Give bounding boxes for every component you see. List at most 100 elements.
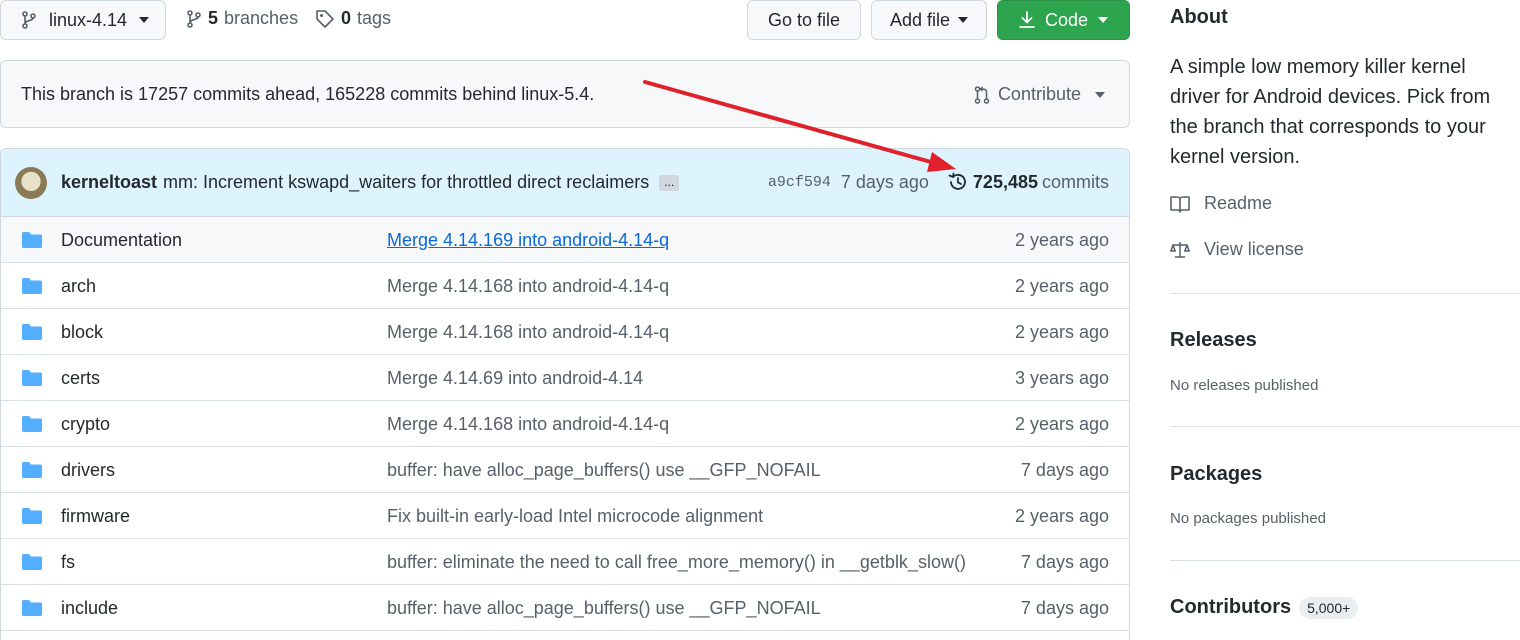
file-commit-message[interactable]: buffer: eliminate the need to call free_… bbox=[387, 552, 966, 573]
tags-label: tags bbox=[357, 8, 392, 28]
download-icon bbox=[1019, 11, 1035, 28]
file-row[interactable]: crypto Merge 4.14.168 into android-4.14-q… bbox=[1, 401, 1129, 447]
file-row[interactable]: include buffer: have alloc_page_buffers()… bbox=[1, 585, 1129, 631]
folder-icon bbox=[22, 324, 42, 340]
branches-label: branches bbox=[224, 8, 299, 28]
folder-icon bbox=[22, 462, 42, 478]
contribute-dropdown[interactable]: Contribute bbox=[974, 84, 1105, 105]
file-name[interactable]: drivers bbox=[61, 460, 115, 481]
file-commit-message[interactable]: Merge 4.14.168 into android-4.14-q bbox=[387, 414, 669, 435]
commit-sha[interactable]: a9cf594 bbox=[768, 174, 831, 191]
file-age: 7 days ago bbox=[1020, 460, 1109, 480]
file-row[interactable]: block Merge 4.14.168 into android-4.14-q 2… bbox=[1, 309, 1129, 355]
file-commit-message[interactable]: Merge 4.14.168 into android-4.14-q bbox=[387, 276, 669, 297]
file-row[interactable]: certs Merge 4.14.69 into android-4.14 3 ye… bbox=[1, 355, 1129, 401]
add-file-label: Add file bbox=[889, 9, 951, 30]
file-row[interactable]: arch Merge 4.14.168 into android-4.14-q 2 … bbox=[1, 263, 1129, 309]
branch-selector[interactable]: linux-4.14 bbox=[0, 0, 166, 40]
file-name[interactable]: certs bbox=[61, 368, 100, 389]
divider bbox=[1170, 293, 1520, 294]
license-label: View license bbox=[1204, 239, 1304, 259]
file-age: 2 years ago bbox=[1014, 322, 1109, 342]
commits-history-link[interactable]: 725,485 commits bbox=[947, 171, 1109, 193]
branches-link[interactable]: 5 branches bbox=[186, 8, 298, 29]
chevron-down-icon bbox=[958, 17, 969, 23]
tag-icon bbox=[316, 9, 334, 28]
latest-commit-row: kerneltoast mm: Increment kswapd_waiters… bbox=[1, 149, 1129, 217]
file-name[interactable]: arch bbox=[61, 276, 96, 297]
code-button[interactable]: Code bbox=[997, 0, 1130, 40]
file-age: 7 days ago bbox=[1020, 552, 1109, 572]
folder-icon bbox=[22, 416, 42, 432]
avatar[interactable] bbox=[15, 166, 47, 199]
file-row[interactable]: Documentation Merge 4.14.169 into android… bbox=[1, 217, 1129, 263]
file-commit-message[interactable]: Merge 4.14.168 into android-4.14-q bbox=[387, 322, 669, 343]
folder-icon bbox=[22, 508, 42, 524]
file-commit-message[interactable]: Fix built-in early-load Intel microcode … bbox=[387, 506, 763, 527]
file-commit-message[interactable]: Merge 4.14.169 into android-4.14-q bbox=[387, 230, 669, 251]
file-name[interactable]: crypto bbox=[61, 414, 110, 435]
license-link[interactable]: View license bbox=[1170, 239, 1304, 260]
git-branch-icon bbox=[22, 11, 36, 29]
contribute-label: Contribute bbox=[997, 84, 1081, 104]
expand-commit-button[interactable]: ... bbox=[659, 174, 680, 191]
about-description: A simple low memory killer kernel driver… bbox=[1170, 56, 1491, 168]
folder-icon bbox=[22, 554, 42, 570]
releases-title[interactable]: Releases bbox=[1170, 329, 1257, 352]
file-name[interactable]: Documentation bbox=[61, 230, 182, 251]
pull-request-icon bbox=[974, 85, 990, 104]
file-commit-message[interactable]: Merge 4.14.69 into android-4.14 bbox=[387, 368, 643, 389]
chevron-down-icon bbox=[1095, 91, 1105, 98]
packages-title[interactable]: Packages bbox=[1170, 463, 1262, 486]
commit-age: 7 days ago bbox=[840, 171, 929, 192]
git-branch-icon bbox=[187, 9, 201, 28]
contributors-count-badge: 5,000+ bbox=[1299, 596, 1359, 619]
law-scale-icon bbox=[1170, 241, 1190, 258]
about-title: About bbox=[1170, 6, 1228, 28]
add-file-button[interactable]: Add file bbox=[871, 0, 987, 40]
branches-count: 5 bbox=[208, 8, 219, 28]
code-label: Code bbox=[1044, 9, 1089, 30]
folder-icon bbox=[22, 600, 42, 616]
go-to-file-label: Go to file bbox=[767, 9, 841, 30]
file-row[interactable]: fs buffer: eliminate the need to call fre… bbox=[1, 539, 1129, 585]
file-name[interactable]: firmware bbox=[61, 506, 130, 527]
readme-link[interactable]: Readme bbox=[1170, 193, 1272, 214]
folder-icon bbox=[22, 278, 42, 294]
contributors-title: Contributors bbox=[1170, 596, 1292, 618]
releases-subtitle: No releases published bbox=[1170, 377, 1319, 394]
divider bbox=[1170, 426, 1520, 427]
file-list: kerneltoast mm: Increment kswapd_waiters… bbox=[0, 148, 1130, 640]
commit-message[interactable]: mm: Increment kswapd_waiters for throttl… bbox=[163, 172, 649, 193]
commits-count: 725,485 bbox=[972, 171, 1038, 192]
commit-author[interactable]: kerneltoast bbox=[61, 172, 157, 193]
contributors-heading[interactable]: Contributors 5,000+ bbox=[1170, 596, 1359, 619]
file-commit-message[interactable]: buffer: have alloc_page_buffers() use __… bbox=[387, 460, 821, 481]
file-age: 2 years ago bbox=[1014, 276, 1109, 296]
tags-link[interactable]: 0 tags bbox=[315, 8, 391, 29]
go-to-file-button[interactable]: Go to file bbox=[747, 0, 861, 40]
history-icon bbox=[948, 172, 966, 190]
branch-status-text: This branch is 17257 commits ahead, 1652… bbox=[21, 83, 595, 104]
readme-label: Readme bbox=[1204, 193, 1273, 213]
folder-icon bbox=[22, 232, 42, 248]
tags-count: 0 bbox=[341, 8, 352, 28]
divider bbox=[1170, 560, 1520, 561]
chevron-down-icon bbox=[1098, 17, 1109, 23]
commits-label: commits bbox=[1042, 171, 1109, 192]
file-name[interactable]: include bbox=[61, 598, 118, 619]
packages-subtitle: No packages published bbox=[1170, 510, 1326, 527]
file-age: 2 years ago bbox=[1014, 414, 1109, 434]
file-name[interactable]: fs bbox=[61, 552, 75, 573]
file-age: 2 years ago bbox=[1014, 506, 1109, 526]
commit-meta: a9cf594 7 days ago 725,485 commits bbox=[768, 171, 1109, 193]
file-row[interactable]: firmware Fix built-in early-load Intel mi… bbox=[1, 493, 1129, 539]
book-icon bbox=[1170, 195, 1190, 213]
file-age: 7 days ago bbox=[1020, 598, 1109, 618]
branch-status-box: This branch is 17257 commits ahead, 1652… bbox=[0, 60, 1130, 128]
file-row[interactable]: drivers buffer: have alloc_page_buffers()… bbox=[1, 447, 1129, 493]
file-name[interactable]: block bbox=[61, 322, 103, 343]
branch-name: linux-4.14 bbox=[49, 9, 128, 30]
file-commit-message[interactable]: buffer: have alloc_page_buffers() use __… bbox=[387, 598, 821, 619]
file-age: 2 years ago bbox=[1014, 230, 1109, 250]
